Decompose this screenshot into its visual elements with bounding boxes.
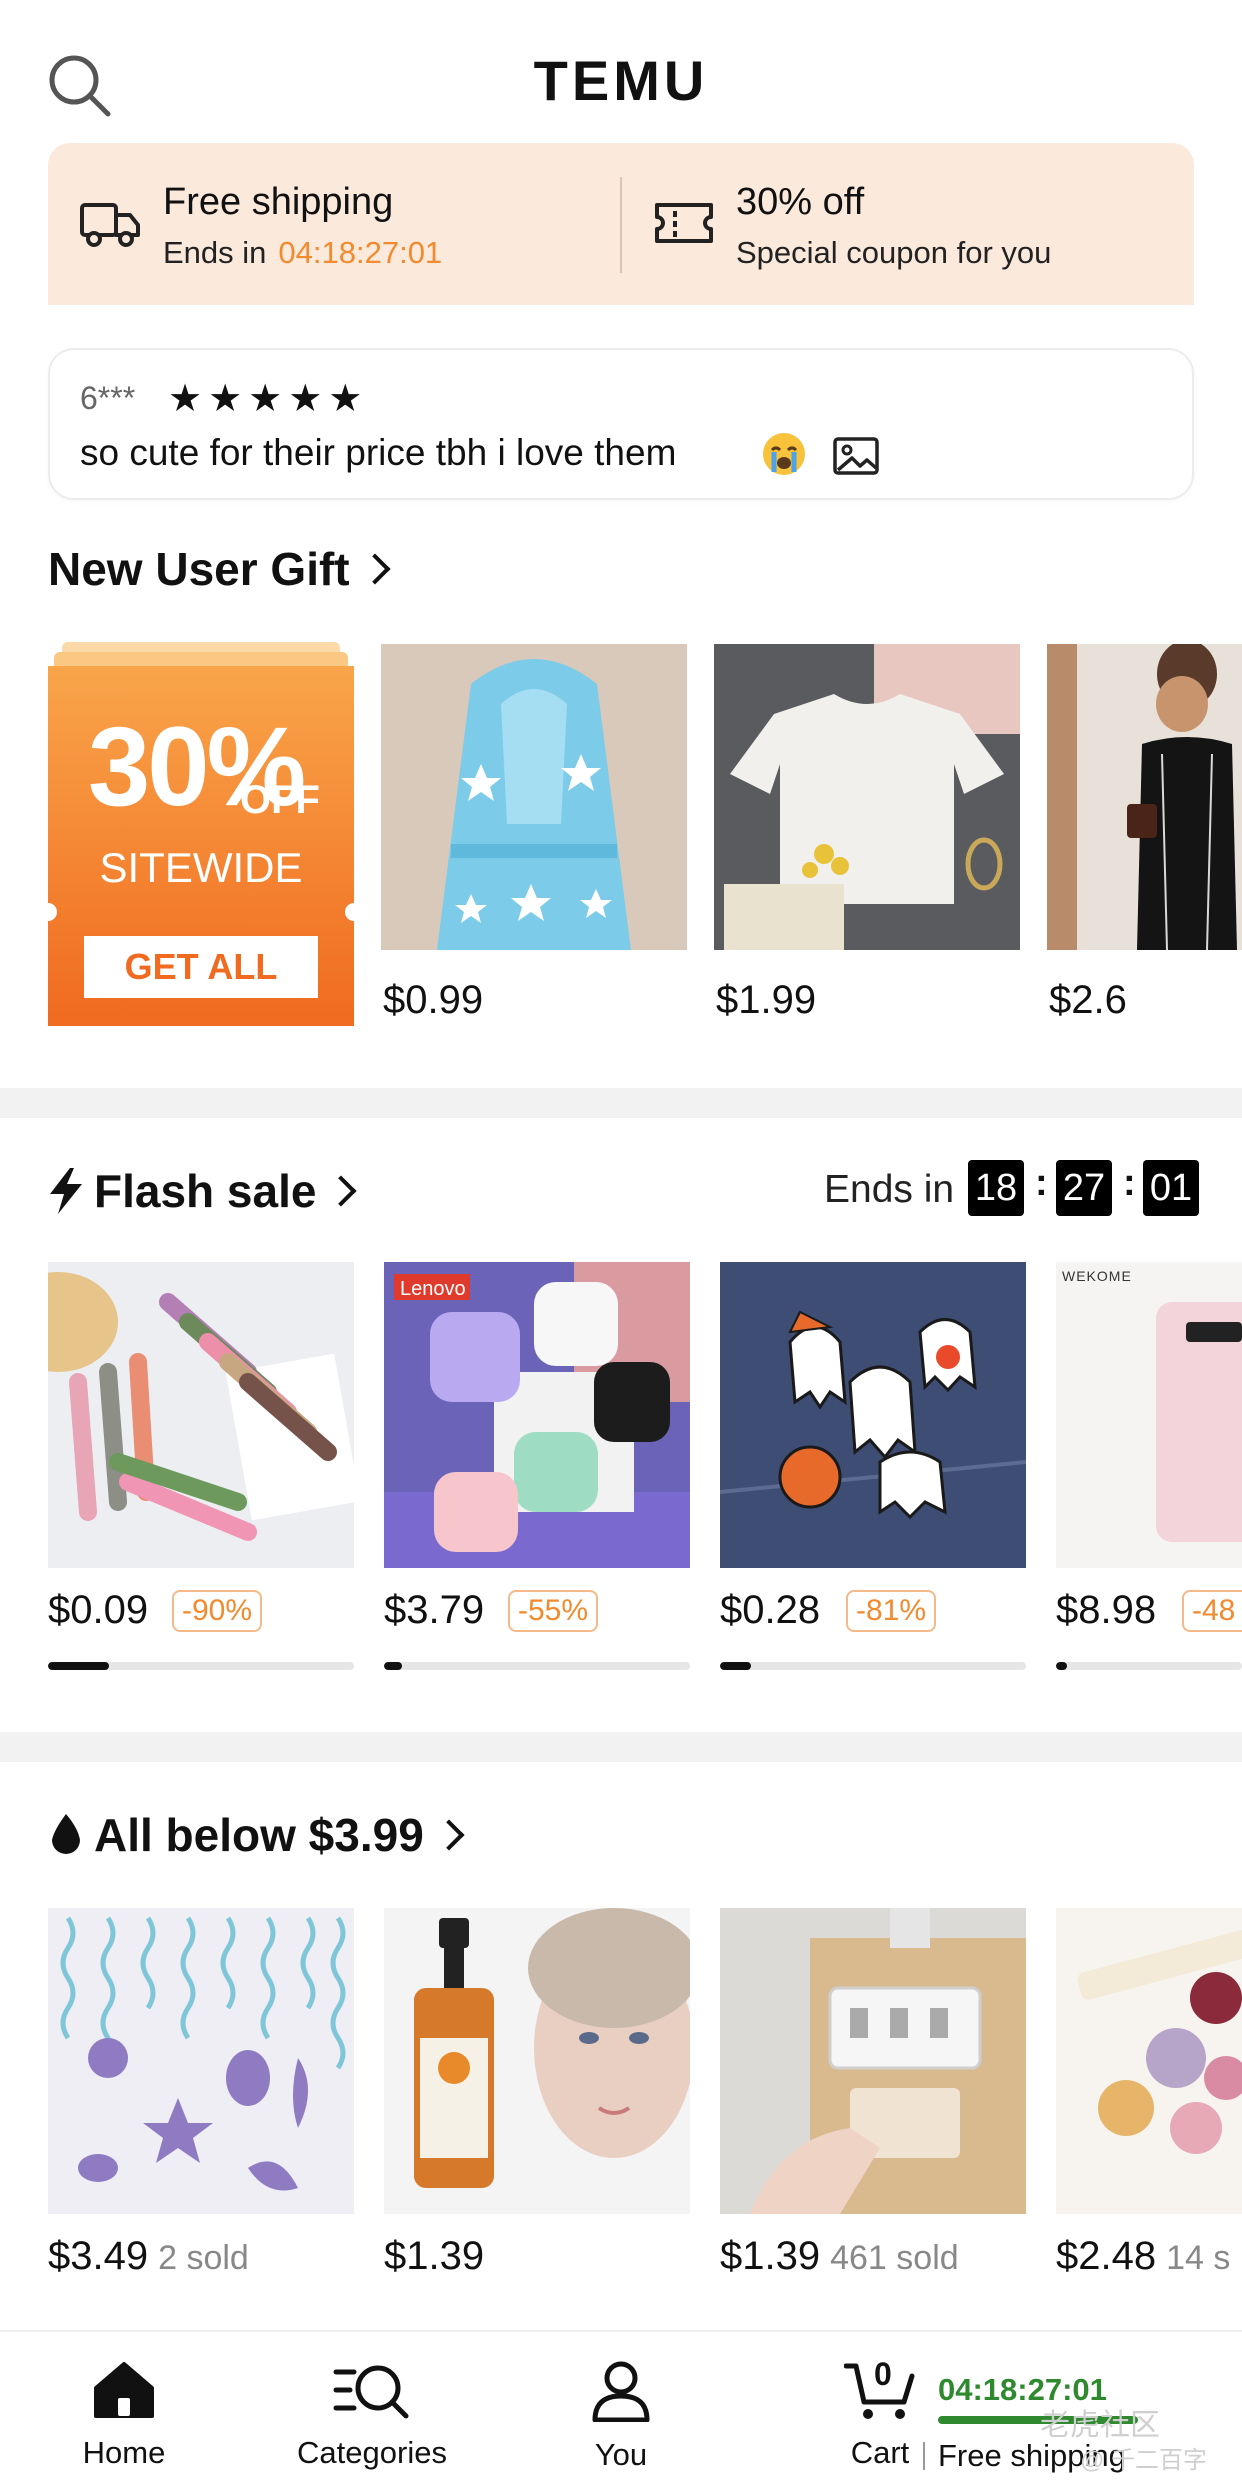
coupon-subtitle: Special coupon for you [736,235,1052,270]
crying-emoji-icon [763,433,805,475]
chevron-right-icon [433,1819,465,1851]
categories-search-icon [333,2365,409,2419]
discount-badge: -48 [1182,1590,1242,1632]
all-below-label: All below $3.99 [94,1809,424,1861]
product-image-earbuds[interactable]: Lenovo [384,1262,690,1568]
sitewide-coupon-card[interactable]: 30% OFF SITEWIDE GET ALL [39,642,363,1026]
product-image-vitamin-serum[interactable] [384,1908,690,2214]
brand-label: Lenovo [400,1278,466,1300]
coupon-title: 30% off [736,181,865,223]
discount-badge: -90% [172,1590,263,1632]
all-below-price-4: $2.48 14 s [1056,2234,1230,2279]
coupon-sitewide: SITEWIDE [99,844,303,891]
sold-progress-bar [384,1662,690,1670]
nav-you-label: You [594,2437,648,2472]
flash-price-4: $8.98 [1056,1588,1157,1632]
free-shipping-timer: 04:18:27:01 [278,235,443,270]
person-icon [592,2361,650,2423]
sold-progress-fill [1056,1662,1068,1670]
product-image-black-dress[interactable] [1047,644,1242,950]
chevron-right-icon [359,553,391,585]
flame-icon [52,1814,80,1854]
flash-price-1: $0.09 [48,1588,149,1632]
watermark: 老虎社区 [1040,2409,1160,2442]
home-icon [94,2362,154,2418]
chevron-right-icon [325,1175,358,1207]
sold-progress-fill [720,1662,751,1670]
sold-progress-bar [48,1662,354,1670]
nav-home-label: Home [82,2435,166,2470]
nav-categories[interactable]: Categories [290,2360,454,2471]
review-card[interactable]: 6*** ★★★★★ so cute for their price tbh i… [48,348,1194,500]
product-image-power-bank[interactable]: WEKOME [1056,1262,1242,1568]
gift-price-3: $2.6 [1049,978,1127,1022]
watermark-sub: @ 千二百字 [1080,2447,1208,2474]
sold-count: 14 s [1166,2239,1231,2277]
sold-progress-fill [384,1662,403,1670]
all-below-price-3: $1.39 461 sold [720,2234,959,2279]
product-image-bathrobe[interactable] [381,644,687,950]
all-below-price-1: $3.49 2 sold [48,2234,249,2279]
timer-hours: 18 [968,1160,1024,1216]
nav-cart[interactable]: 0 Cart [840,2356,920,2471]
all-below-title[interactable]: All below $3.99 [48,1808,465,1862]
timer-seconds: 01 [1143,1160,1199,1216]
sold-count: 2 sold [158,2239,249,2277]
all-below-price-2: $1.39 [384,2234,494,2279]
timer-colon: : [1123,1162,1136,1204]
lightning-icon [50,1168,82,1214]
sold-count: 461 sold [830,2239,959,2277]
nav-separator [923,2442,925,2470]
nav-home[interactable]: Home [64,2360,184,2471]
price-value: $1.39 [720,2234,821,2278]
section-divider [0,1732,1242,1762]
flash-price-3: $0.28 [720,1588,821,1632]
nav-cart-label: Cart [850,2435,910,2470]
sold-progress-fill [48,1662,110,1670]
app-logo[interactable]: TEMU [0,48,1242,113]
truck-icon [80,203,140,247]
header: TEMU [0,0,1242,150]
flash-ends-label: Ends in [824,1168,955,1211]
product-image-ocean-decor[interactable] [48,1908,354,2214]
coupon-off: OFF [240,778,320,822]
coupon-icon [655,203,713,243]
cart-count: 0 [874,2356,892,2392]
flash-sale-label: Flash sale [94,1165,317,1217]
product-image-flower-clips[interactable] [1056,1908,1242,2214]
price-value: $1.39 [384,2234,485,2278]
reviewer-name: 6*** [80,380,136,416]
ends-in-label: Ends in [163,235,267,270]
new-user-gift-title[interactable]: New User Gift [48,542,391,596]
product-image-white-tshirt[interactable] [714,644,1020,950]
price-value: $2.48 [1056,2234,1157,2278]
gift-price-2: $1.99 [716,978,817,1022]
nav-you[interactable]: You [580,2360,662,2473]
price-value: $3.49 [48,2234,149,2278]
discount-badge: -81% [846,1590,937,1632]
sold-progress-bar [720,1662,1026,1670]
nav-categories-label: Categories [297,2435,447,2470]
timer-colon: : [1035,1162,1048,1204]
timer-minutes: 27 [1056,1160,1112,1216]
product-image-outlet-holder[interactable] [720,1908,1026,2214]
image-icon[interactable] [832,436,880,476]
free-shipping-title: Free shipping [163,181,394,223]
discount-badge: -55% [508,1590,599,1632]
star-rating: ★★★★★ [168,378,369,420]
promo-banner[interactable]: Free shipping Ends in 04:18:27:01 30% off… [48,143,1194,305]
brand-label: WEKOME [1062,1268,1132,1284]
promo-divider [620,177,622,273]
sold-progress-bar [1056,1662,1242,1670]
new-user-gift-label: New User Gift [48,543,350,595]
review-text: so cute for their price tbh i love them [80,432,677,473]
flash-price-2: $3.79 [384,1588,485,1632]
section-divider [0,1088,1242,1118]
get-all-button[interactable]: GET ALL [84,946,318,988]
product-image-hair-clips[interactable] [48,1262,354,1568]
free-shipping-subtitle: Ends in 04:18:27:01 [163,235,442,271]
product-image-ghost-pins[interactable] [720,1262,1026,1568]
gift-price-1: $0.99 [383,978,484,1022]
flash-sale-title[interactable]: Flash sale [48,1164,358,1218]
